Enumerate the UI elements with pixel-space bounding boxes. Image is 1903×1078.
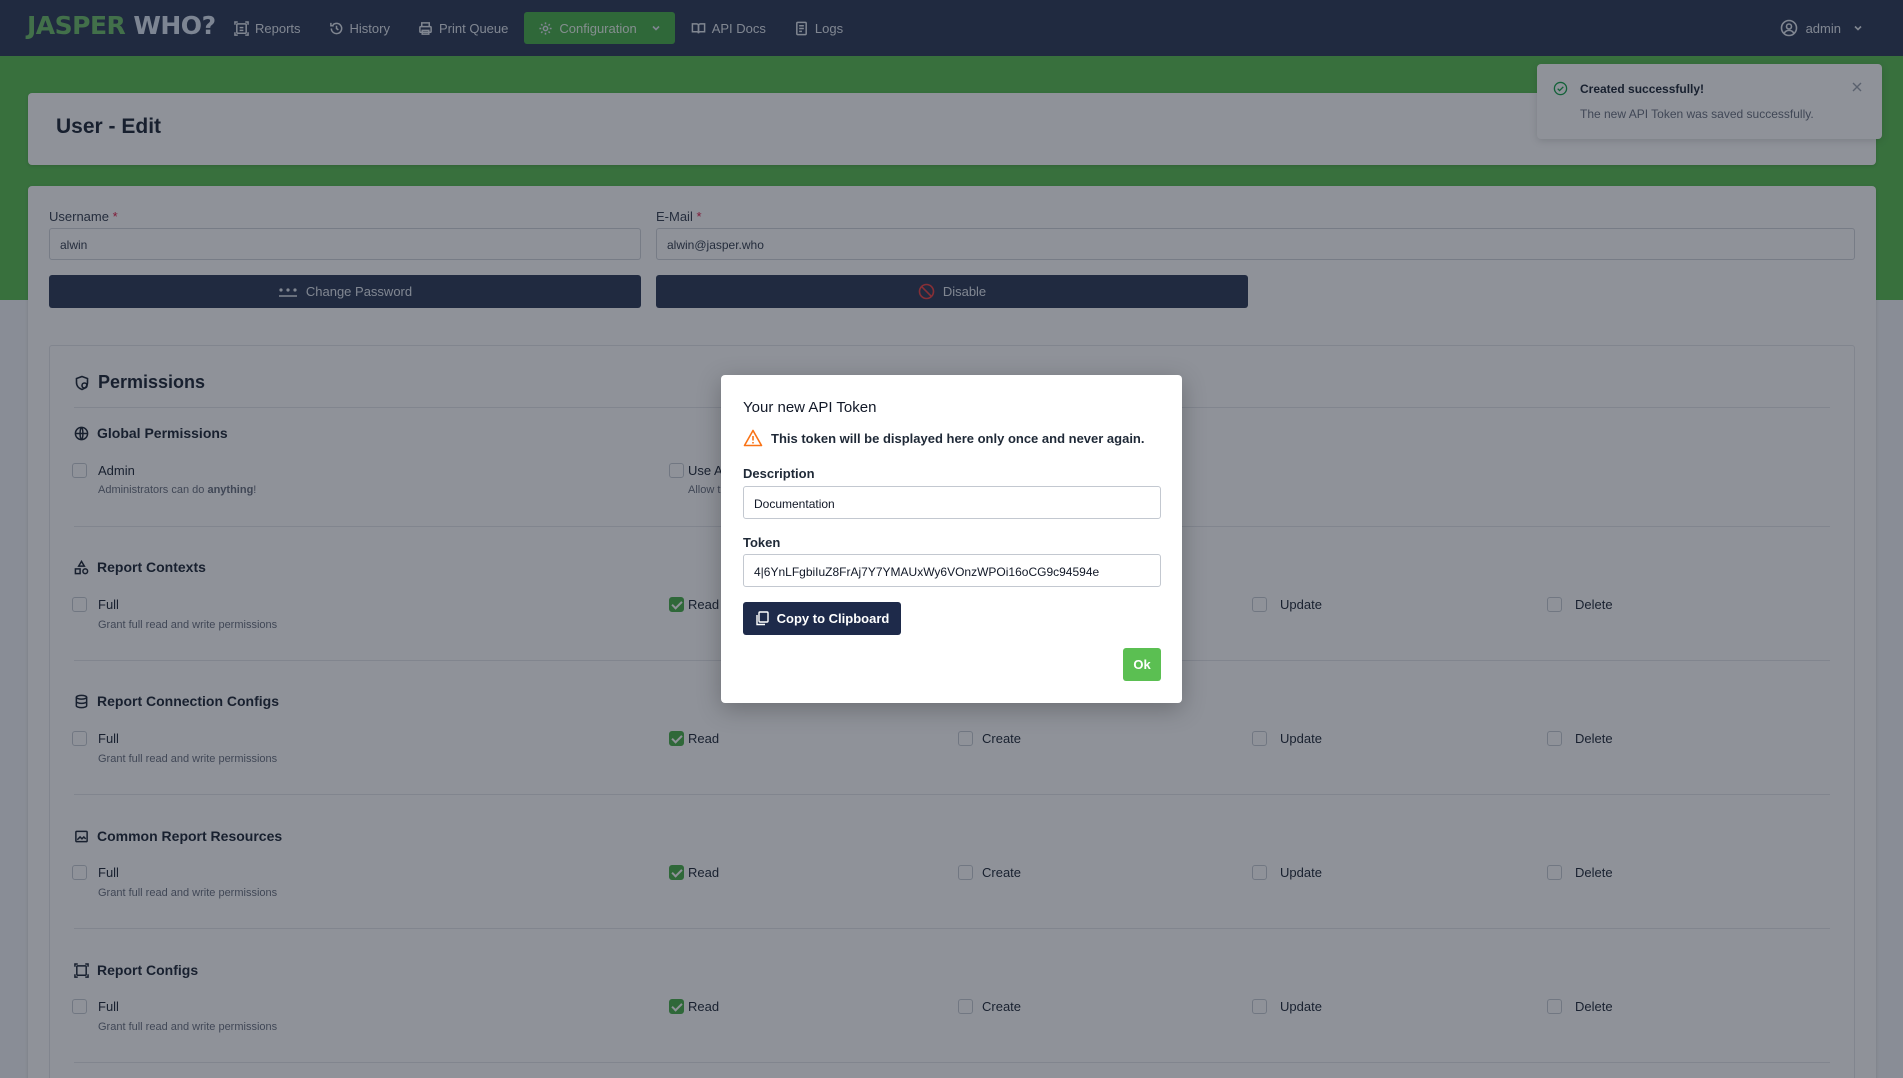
ok-button[interactable]: Ok (1123, 648, 1161, 681)
dialog-title: Your new API Token (743, 399, 877, 416)
token-warning: This token will be displayed here only o… (743, 429, 1145, 447)
warning-icon (743, 429, 763, 447)
copy-icon (755, 611, 769, 626)
api-token-dialog: Your new API Token This token will be di… (721, 375, 1182, 703)
token-input[interactable]: 4|6YnLFgbiIuZ8FrAj7Y7YMAUxWy6VOnzWPOi16o… (743, 554, 1161, 587)
description-label: Description (743, 466, 815, 481)
token-label: Token (743, 535, 781, 550)
copy-to-clipboard-button[interactable]: Copy to Clipboard (743, 602, 901, 635)
description-input[interactable]: Documentation (743, 486, 1161, 519)
